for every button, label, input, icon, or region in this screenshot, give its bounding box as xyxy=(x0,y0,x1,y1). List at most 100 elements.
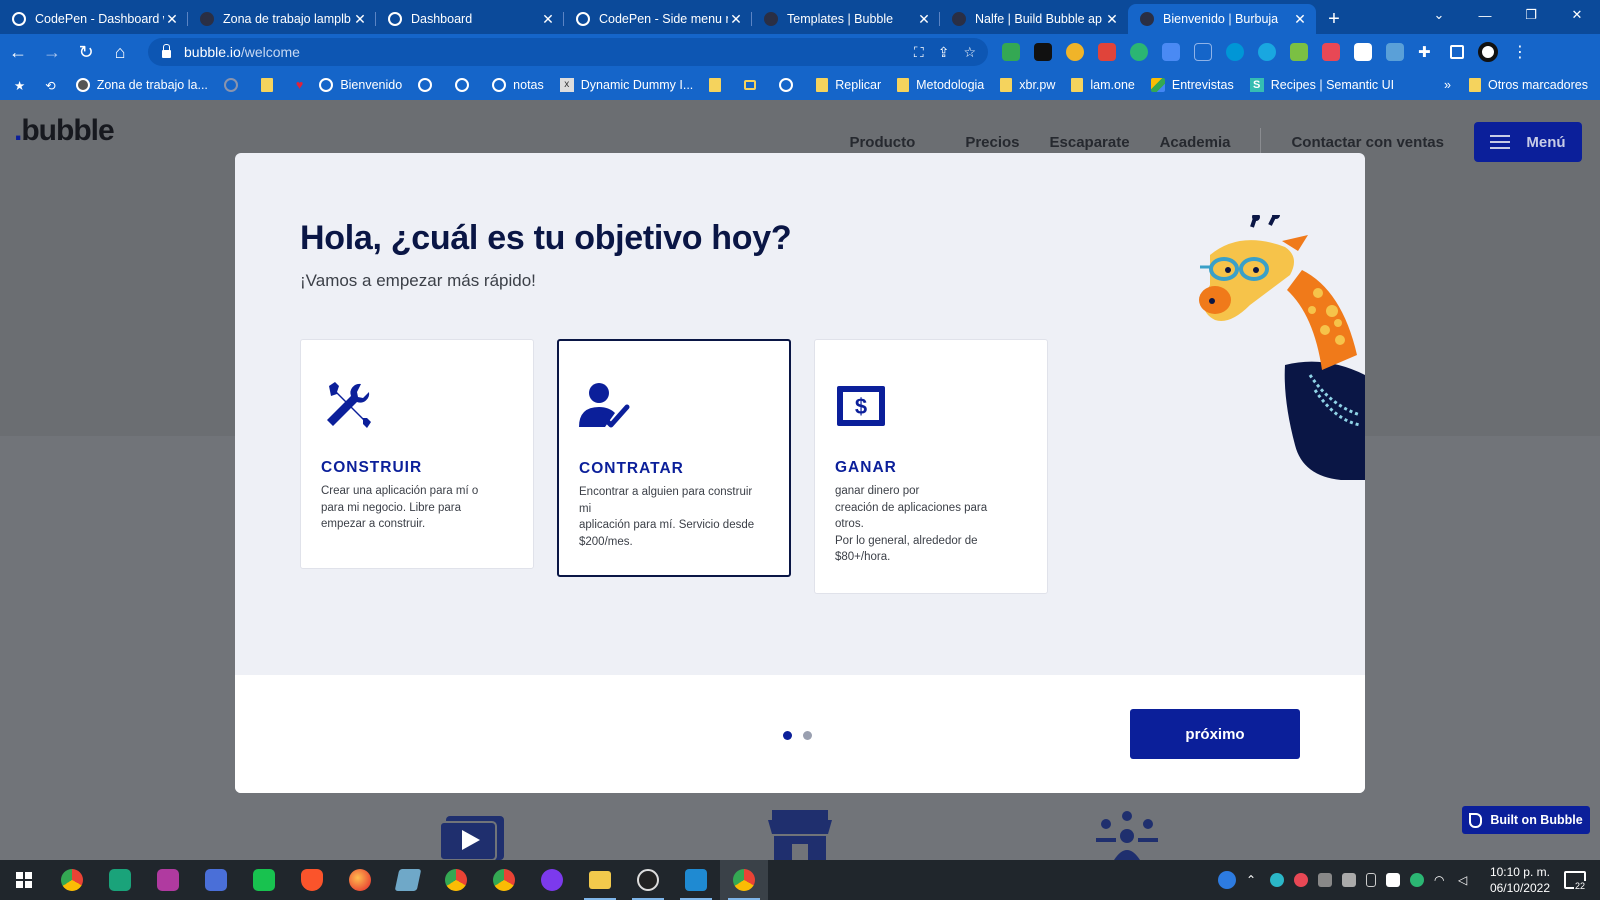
browser-tab[interactable]: Nalfe | Build Bubble ap ✕ xyxy=(940,4,1128,34)
restore-icon[interactable]: ❐ xyxy=(1508,0,1554,30)
taskbar-github-icon[interactable] xyxy=(528,860,576,900)
forward-icon[interactable]: → xyxy=(36,36,68,68)
new-tab-button[interactable]: + xyxy=(1316,4,1352,34)
bookmark-folder[interactable] xyxy=(709,78,728,92)
bookmark-item[interactable] xyxy=(779,78,800,92)
browser-tab[interactable]: Zona de trabajo lamplb ✕ xyxy=(188,4,376,34)
extension-icon[interactable] xyxy=(1386,43,1404,61)
taskbar-obs-icon[interactable] xyxy=(624,860,672,900)
taskbar-chrome-icon[interactable] xyxy=(432,860,480,900)
translate-icon[interactable]: ⛶ xyxy=(914,44,924,61)
extension-icon[interactable] xyxy=(1290,43,1308,61)
taskbar-app-icon[interactable] xyxy=(96,860,144,900)
taskbar-app-icon[interactable] xyxy=(192,860,240,900)
close-tab-icon[interactable]: ✕ xyxy=(540,11,556,28)
system-clock[interactable]: 10:10 p. m. 06/10/2022 xyxy=(1490,864,1550,896)
browser-tab[interactable]: Templates | Bubble ✕ xyxy=(752,4,940,34)
bookmark-item[interactable] xyxy=(744,80,763,90)
history-icon[interactable]: ⟲ xyxy=(45,78,55,93)
goal-card-construir[interactable]: CONSTRUIR Crear una aplicación para mí o… xyxy=(300,339,534,569)
nav-producto[interactable]: Producto xyxy=(849,134,915,151)
extension-icon[interactable] xyxy=(1354,43,1372,61)
lock-icon[interactable] xyxy=(162,43,171,58)
extension-icon[interactable] xyxy=(1322,43,1340,61)
menu-button[interactable]: Menú xyxy=(1474,122,1582,162)
browser-tab[interactable]: CodePen - Side menu re ✕ xyxy=(564,4,752,34)
extension-icon[interactable] xyxy=(1098,43,1116,61)
chevron-up-icon[interactable]: ⌃ xyxy=(1246,873,1260,887)
volume-icon[interactable]: ◁ xyxy=(1458,873,1472,887)
more-menu-icon[interactable]: ⋮ xyxy=(1512,42,1528,62)
tray-app-icon[interactable] xyxy=(1341,873,1356,887)
close-tab-icon[interactable]: ✕ xyxy=(916,11,932,28)
tab-search-icon[interactable]: ⌄ xyxy=(1416,0,1462,30)
extension-icon[interactable] xyxy=(1066,43,1084,61)
pagination-dot[interactable] xyxy=(803,731,812,740)
browser-tab[interactable]: Dashboard ✕ xyxy=(376,4,564,34)
taskbar-chrome-icon[interactable] xyxy=(480,860,528,900)
taskbar-vscode-icon[interactable] xyxy=(672,860,720,900)
bookmark-star-icon[interactable]: ★ xyxy=(14,78,25,93)
goal-card-ganar[interactable]: $ GANAR ganar dinero por creación de apl… xyxy=(814,339,1048,594)
home-icon[interactable]: ⌂ xyxy=(104,36,136,68)
extension-icon[interactable] xyxy=(1034,43,1052,61)
bookmark-item[interactable] xyxy=(223,78,245,92)
bookmark-item[interactable] xyxy=(455,78,476,92)
contact-sales-link[interactable]: Contactar con ventas xyxy=(1291,134,1444,151)
built-on-bubble-badge[interactable]: Built on Bubble xyxy=(1462,806,1590,834)
pagination-dot-active[interactable] xyxy=(783,731,792,740)
minimize-icon[interactable]: — xyxy=(1462,0,1508,30)
help-icon[interactable] xyxy=(1217,871,1236,889)
bookmark-item[interactable]: ♥ xyxy=(296,78,303,92)
tray-app-icon[interactable] xyxy=(1409,873,1424,887)
extension-icon[interactable] xyxy=(1130,43,1148,61)
bookmark-folder[interactable]: xbr.pw xyxy=(1000,78,1055,92)
notification-center-icon[interactable]: 22 xyxy=(1564,871,1586,891)
bookmark-item[interactable]: Entrevistas xyxy=(1150,78,1234,92)
close-tab-icon[interactable]: ✕ xyxy=(1104,11,1120,28)
tray-app-icon[interactable] xyxy=(1317,873,1332,887)
close-tab-icon[interactable]: ✕ xyxy=(164,11,180,28)
bookmark-folder[interactable] xyxy=(260,78,280,92)
bubble-logo[interactable]: .bubble xyxy=(14,114,115,148)
tray-app-icon[interactable] xyxy=(1293,873,1308,887)
nav-escaparate[interactable]: Escaparate xyxy=(1050,134,1130,151)
back-icon[interactable]: ← xyxy=(2,36,34,68)
browser-tab[interactable]: CodePen - Dashboard w ✕ xyxy=(0,4,188,34)
taskbar-firefox-icon[interactable] xyxy=(336,860,384,900)
translate-extension-icon[interactable] xyxy=(1162,43,1180,61)
bookmark-folder[interactable]: Metodologia xyxy=(897,78,984,92)
puzzle-icon[interactable]: ✚ xyxy=(1418,43,1436,61)
taskbar-chrome-active-icon[interactable] xyxy=(720,860,768,900)
taskbar-app-icon[interactable] xyxy=(240,860,288,900)
battery-icon[interactable] xyxy=(1365,873,1376,887)
windows-start-button[interactable] xyxy=(0,860,48,900)
taskbar-brave-icon[interactable] xyxy=(288,860,336,900)
close-tab-icon[interactable]: ✕ xyxy=(352,11,368,28)
close-window-icon[interactable]: ✕ xyxy=(1554,0,1600,30)
security-shield-icon[interactable] xyxy=(1385,873,1400,887)
next-button[interactable]: próximo xyxy=(1130,709,1300,759)
wifi-icon[interactable]: ◠ xyxy=(1434,873,1448,887)
bookmark-folder[interactable]: Replicar xyxy=(816,78,881,92)
taskbar-file-explorer-icon[interactable] xyxy=(576,860,624,900)
close-tab-icon[interactable]: ✕ xyxy=(1292,11,1308,28)
bookmark-item[interactable]: x Dynamic Dummy I... xyxy=(559,78,693,92)
reload-icon[interactable]: ↻ xyxy=(70,36,102,68)
taskbar-app-icon[interactable] xyxy=(144,860,192,900)
bookmark-item[interactable]: Bienvenido xyxy=(319,78,402,92)
bookmark-item[interactable]: Zona de trabajo la... xyxy=(75,78,208,92)
close-tab-icon[interactable]: ✕ xyxy=(728,11,744,28)
hp-extension-icon[interactable] xyxy=(1226,43,1244,61)
other-bookmarks-folder[interactable]: Otros marcadores xyxy=(1468,78,1588,92)
bookmark-star-icon[interactable]: ☆ xyxy=(963,44,976,61)
extension-icon[interactable] xyxy=(1194,43,1212,61)
profile-avatar[interactable] xyxy=(1478,42,1498,62)
drive-extension-icon[interactable] xyxy=(1002,43,1020,61)
address-bar[interactable]: bubble.io/welcome ⛶ ⇪ ☆ xyxy=(148,38,988,66)
share-icon[interactable]: ⇪ xyxy=(938,44,950,61)
bookmark-item[interactable]: notas xyxy=(492,78,544,92)
browser-tab-active[interactable]: Bienvenido | Burbuja ✕ xyxy=(1128,4,1316,34)
bookmark-item[interactable] xyxy=(418,78,439,92)
bookmark-folder[interactable]: lam.one xyxy=(1071,78,1135,92)
